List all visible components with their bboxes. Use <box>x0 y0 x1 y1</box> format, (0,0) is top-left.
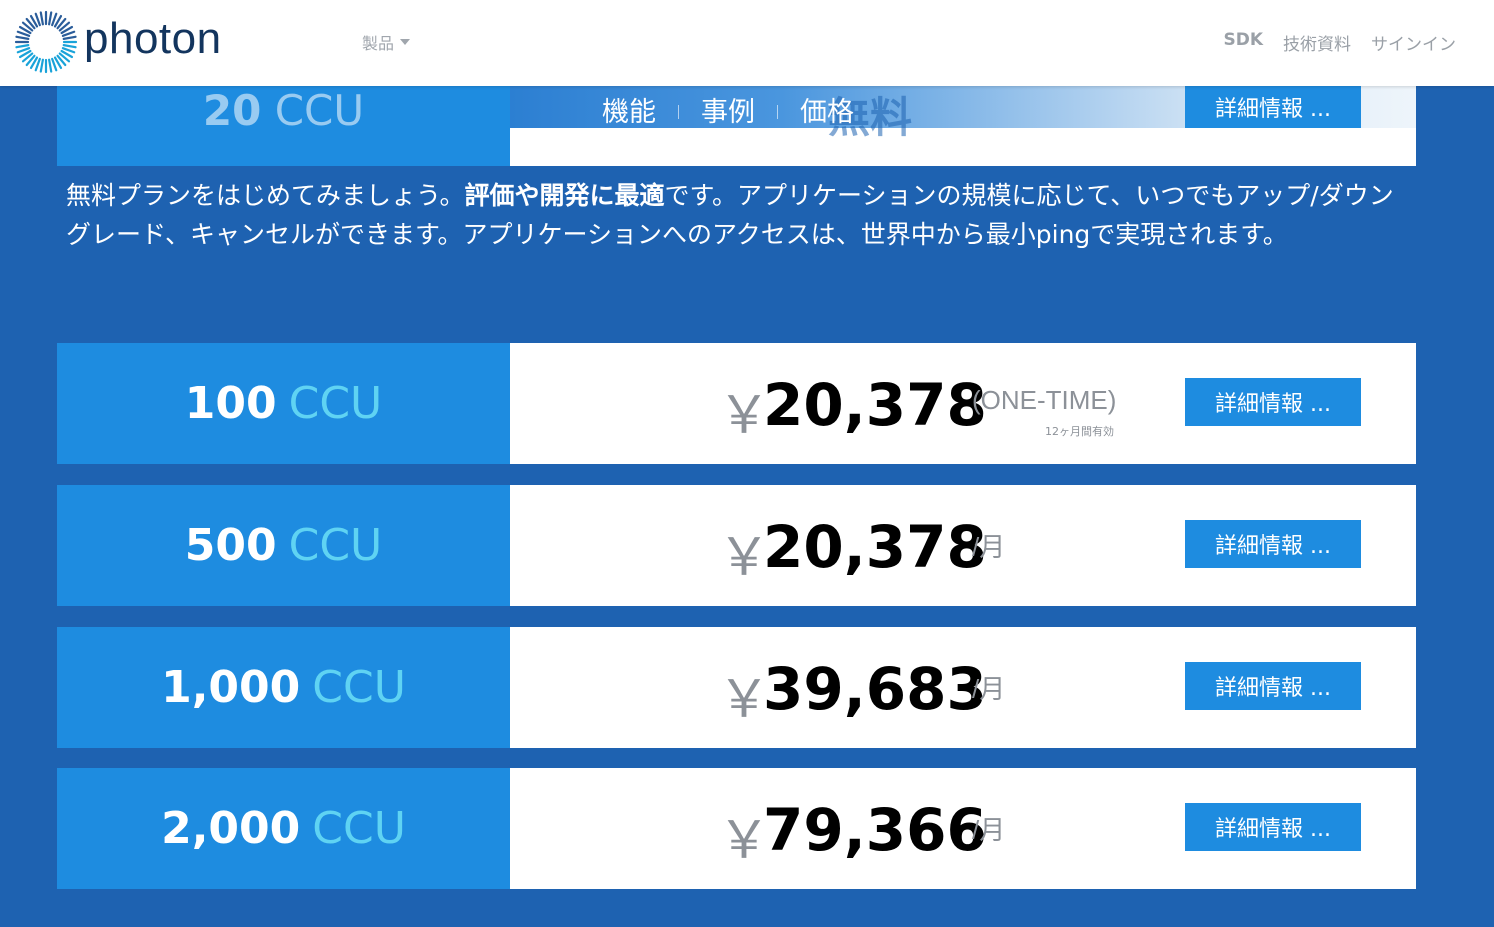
top-header: photon 製品 SDK 技術資料 サインイン <box>0 0 1494 86</box>
tab-divider <box>777 104 778 119</box>
ccu-unit: CCU <box>288 378 383 429</box>
plan-description: 無料プランをはじめてみましょう。評価や開発に最適です。アプリケーションの規模に応… <box>66 176 1406 254</box>
ccu-unit: CCU <box>288 520 383 571</box>
ccu-number: 2,000 <box>161 803 301 854</box>
plan-ccu-box: 100 CCU <box>57 343 510 464</box>
plan-price-box: ￥ 39,683 /月 詳細情報 ... <box>510 627 1416 748</box>
plan-price: 20,378 <box>763 513 987 581</box>
ccu-number: 100 <box>184 378 277 429</box>
tab-divider <box>678 104 679 119</box>
plan-price: 79,366 <box>763 796 987 864</box>
photon-logo-icon <box>14 10 78 74</box>
plan-price-box-free <box>510 128 1416 166</box>
ccu-number: 1,000 <box>161 662 301 713</box>
photon-logo[interactable]: photon <box>14 10 222 74</box>
description-highlight: 評価や開発に最適 <box>464 181 665 210</box>
plan-ccu-box: 500 CCU <box>57 485 510 606</box>
plan-row-500: 500 CCU ￥ 20,378 /月 詳細情報 ... <box>57 485 1416 606</box>
subnav-tabs: 機能 事例 価格 <box>602 90 854 129</box>
nav-docs-link[interactable]: 技術資料 <box>1283 30 1351 55</box>
plan-price: 20,378 <box>763 371 987 439</box>
plan-validity-note: 12ヶ月間有効 <box>1045 425 1114 438</box>
details-button[interactable]: 詳細情報 ... <box>1185 803 1361 851</box>
plan-period: /月 <box>972 815 1006 845</box>
details-button[interactable]: 詳細情報 ... <box>1185 520 1361 568</box>
ccu-unit: CCU <box>274 86 365 135</box>
ccu-number: 20 <box>202 86 262 135</box>
products-label: 製品 <box>362 34 395 53</box>
plan-period: /月 <box>972 532 1006 562</box>
details-button[interactable]: 詳細情報 ... <box>1185 662 1361 710</box>
ccu-unit: CCU <box>312 662 406 713</box>
plan-row-2000: 2,000 CCU ￥ 79,366 /月 詳細情報 ... <box>57 768 1416 889</box>
plan-period: /月 <box>972 674 1006 704</box>
logo-text: photon <box>84 14 222 63</box>
plan-ccu-box-free: 20 CCU <box>57 86 510 166</box>
products-menu[interactable]: 製品 <box>362 30 411 54</box>
tab-cases[interactable]: 事例 <box>701 90 755 129</box>
description-text: 無料プランをはじめてみましょう。 <box>66 181 465 210</box>
ccu-number: 500 <box>184 520 277 571</box>
plan-price-box: ￥ 20,378 (ONE-TIME) 12ヶ月間有効 詳細情報 ... <box>510 343 1416 464</box>
ccu-unit: CCU <box>312 803 406 854</box>
plan-price-box: ￥ 79,366 /月 詳細情報 ... <box>510 768 1416 889</box>
details-button[interactable]: 詳細情報 ... <box>1185 378 1361 426</box>
plan-period: (ONE-TIME) <box>972 385 1117 415</box>
nav-signin-link[interactable]: サインイン <box>1371 30 1456 55</box>
plan-ccu-box: 1,000 CCU <box>57 627 510 748</box>
nav-sdk-link[interactable]: SDK <box>1223 30 1263 55</box>
tab-pricing[interactable]: 価格 <box>800 90 854 129</box>
details-button-free[interactable]: 詳細情報 ... <box>1185 86 1361 128</box>
plan-row-100: 100 CCU ￥ 20,378 (ONE-TIME) 12ヶ月間有効 詳細情報… <box>57 343 1416 464</box>
tab-features[interactable]: 機能 <box>602 90 656 129</box>
plan-ccu-box: 2,000 CCU <box>57 768 510 889</box>
plan-price-box: ￥ 20,378 /月 詳細情報 ... <box>510 485 1416 606</box>
chevron-down-icon <box>400 39 411 45</box>
plan-ccu-label-free: 20 CCU <box>57 86 510 135</box>
plan-row-1000: 1,000 CCU ￥ 39,683 /月 詳細情報 ... <box>57 627 1416 748</box>
plan-price: 39,683 <box>763 655 987 723</box>
header-nav: SDK 技術資料 サインイン <box>1223 30 1456 55</box>
